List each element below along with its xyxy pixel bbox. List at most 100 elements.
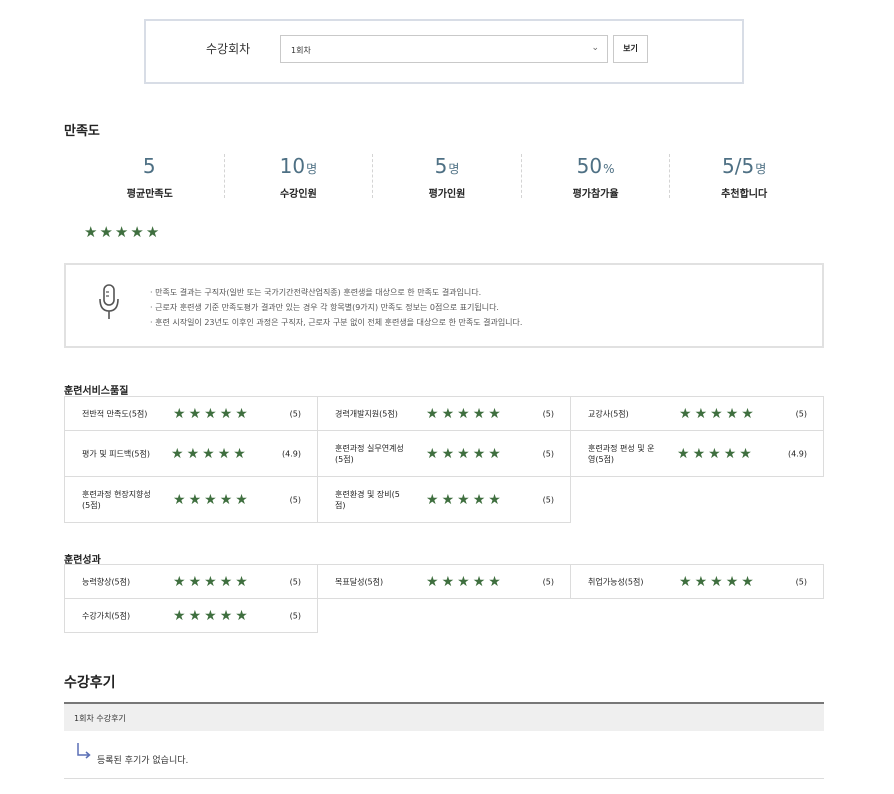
star-icon: ★ [219, 607, 233, 624]
satisfaction-stats: 5 평균만족도 10명 수강인원 5명 평가인원 50% 평가참가율 5/5명 … [76, 154, 818, 200]
rating-score: (4.9) [282, 449, 301, 458]
session-filter: 수강회차 1회차 ⌄ 보기 [144, 19, 744, 84]
outcome-grid: 능력향상(5점) ★ ★ ★ ★ ★ (5) 목표달성(5점) ★ ★ ★ ★ ★ (5) 취업… [64, 564, 824, 633]
microphone-icon [96, 283, 122, 327]
stat-unit: 명 [755, 162, 767, 176]
star-icon: ★ [99, 223, 113, 241]
rating-cell: 평가 및 피드백(5점) ★ ★ ★ ★ ★ (4.9) [64, 430, 318, 477]
star-icon: ★ [233, 445, 246, 462]
review-session-header: 1회차 수강후기 [64, 702, 824, 731]
stat-value: 5 [434, 154, 448, 178]
star-icon: ★ [488, 573, 501, 590]
star-rating: ★ ★ ★ ★ ★ [84, 225, 159, 240]
stat-unit: % [603, 162, 615, 176]
rating-cell: 목표달성(5점) ★ ★ ★ ★ ★ (5) [317, 564, 571, 599]
star-rating: ★ ★ ★ ★ ★ [173, 407, 248, 421]
notice-item: 근로자 훈련생 기준 만족도평가 결과만 있는 경우 각 항목별(9가지) 만족… [150, 300, 522, 315]
star-icon: ★ [426, 405, 439, 422]
stat-unit: 명 [306, 162, 318, 176]
rating-cell: 능력향상(5점) ★ ★ ★ ★ ★ (5) [64, 564, 318, 599]
stat-unit: 명 [448, 162, 460, 176]
rating-cell: 전반적 만족도(5점) ★ ★ ★ ★ ★ (5) [64, 396, 318, 431]
review-empty-text: 등록된 후기가 없습니다. [97, 756, 189, 766]
chevron-down-icon: ⌄ [591, 43, 599, 53]
star-icon: ★ [219, 573, 233, 590]
star-rating: ★ ★ ★ ★ ★ [426, 575, 501, 589]
star-icon: ★ [441, 445, 455, 462]
rating-cell: 훈련환경 및 장비(5점) ★ ★ ★ ★ ★ (5) [317, 476, 571, 523]
reviews-title: 수강후기 [64, 675, 116, 691]
star-icon: ★ [426, 445, 439, 462]
star-icon: ★ [173, 405, 186, 422]
stat-value: 5/5 [722, 154, 755, 178]
view-button[interactable]: 보기 [613, 35, 648, 63]
star-icon: ★ [204, 573, 217, 590]
session-select[interactable]: 1회차 ⌄ [280, 35, 608, 63]
rating-cell: 수강가치(5점) ★ ★ ★ ★ ★ (5) [64, 598, 318, 633]
star-icon: ★ [173, 491, 186, 508]
star-icon: ★ [219, 491, 233, 508]
rating-label: 훈련환경 및 장비(5점) [335, 489, 400, 510]
star-icon: ★ [219, 405, 233, 422]
star-rating: ★ ★ ★ ★ ★ [426, 447, 501, 461]
notice-item: 훈련 시작일이 23년도 이후인 과정은 구직자, 근로자 구분 없이 전체 훈… [150, 315, 522, 330]
stat-label: 평균만족도 [126, 189, 173, 200]
star-icon: ★ [694, 405, 708, 422]
rating-label: 취업가능성(5점) [588, 577, 644, 586]
stat-evaluators: 5명 평가인원 [373, 154, 522, 200]
stat-participation: 50% 평가참가율 [522, 154, 671, 200]
reply-arrow-icon [76, 742, 92, 764]
star-icon: ★ [426, 491, 439, 508]
stat-label: 평가인원 [428, 189, 466, 200]
star-rating: ★ ★ ★ ★ ★ [679, 575, 754, 589]
rating-label: 목표달성(5점) [335, 577, 384, 586]
stat-label: 수강인원 [279, 189, 317, 200]
star-icon: ★ [708, 445, 721, 462]
star-icon: ★ [204, 491, 217, 508]
star-icon: ★ [457, 445, 470, 462]
star-icon: ★ [441, 573, 455, 590]
rating-label: 훈련과정 편성 및 운영(5점) [588, 443, 655, 464]
star-icon: ★ [130, 223, 144, 241]
rating-label: 경력개발지원(5점) [335, 409, 398, 418]
star-icon: ★ [692, 445, 706, 462]
star-rating: ★ ★ ★ ★ ★ [173, 575, 248, 589]
rating-label: 능력향상(5점) [82, 577, 131, 586]
rating-score: (5) [542, 409, 554, 418]
rating-cell: 취업가능성(5점) ★ ★ ★ ★ ★ (5) [570, 564, 824, 599]
star-icon: ★ [457, 405, 470, 422]
rating-cell: 훈련과정 실무연계성(5점) ★ ★ ★ ★ ★ (5) [317, 430, 571, 477]
star-icon: ★ [457, 573, 470, 590]
session-select-value: 1회차 [291, 46, 311, 55]
star-icon: ★ [188, 607, 202, 624]
star-rating: ★ ★ ★ ★ ★ [173, 609, 248, 623]
star-icon: ★ [235, 607, 248, 624]
star-icon: ★ [202, 445, 215, 462]
star-rating: ★ ★ ★ ★ ★ [679, 407, 754, 421]
rating-cell: 교강사(5점) ★ ★ ★ ★ ★ (5) [570, 396, 824, 431]
star-icon: ★ [472, 573, 486, 590]
notice-item: 만족도 결과는 구직자(일반 또는 국가기간전략산업직종) 훈련생을 대상으로 … [150, 285, 522, 300]
star-icon: ★ [114, 223, 129, 241]
star-icon: ★ [488, 445, 501, 462]
star-icon: ★ [84, 223, 98, 241]
review-empty-row: 등록된 후기가 없습니다. [64, 742, 824, 779]
star-icon: ★ [710, 573, 723, 590]
star-icon: ★ [677, 445, 690, 462]
star-icon: ★ [488, 405, 501, 422]
star-icon: ★ [186, 445, 200, 462]
rating-label: 평가 및 피드백(5점) [82, 449, 150, 458]
star-icon: ★ [173, 573, 186, 590]
rating-label: 훈련과정 현장지향성(5점) [82, 489, 151, 510]
rating-score: (5) [289, 495, 301, 504]
rating-label: 수강가치(5점) [82, 611, 131, 620]
star-rating: ★ ★ ★ ★ ★ [677, 447, 752, 461]
rating-cell: 경력개발지원(5점) ★ ★ ★ ★ ★ (5) [317, 396, 571, 431]
stat-value: 50 [576, 154, 603, 178]
stat-label: 평가참가율 [572, 189, 619, 200]
star-icon: ★ [188, 573, 202, 590]
star-icon: ★ [457, 491, 470, 508]
star-rating: ★ ★ ★ ★ ★ [171, 447, 246, 461]
star-icon: ★ [188, 491, 202, 508]
rating-label: 훈련과정 실무연계성(5점) [335, 443, 404, 464]
